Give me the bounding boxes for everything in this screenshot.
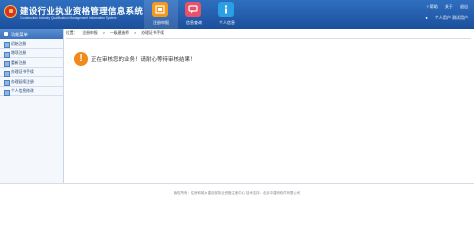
nav-query[interactable]: 信息查询 bbox=[177, 0, 211, 29]
breadcrumb-separator: > bbox=[102, 31, 105, 35]
user-name: 个人用户 测试用户 bbox=[434, 15, 468, 20]
info-icon bbox=[218, 2, 234, 17]
help-link[interactable]: ? 帮助 bbox=[426, 4, 437, 9]
site-subtitle: Construction Industry Qualification Mana… bbox=[20, 16, 117, 20]
sidebar-title: 功能菜单 bbox=[0, 29, 63, 39]
sidebar-item-certificate-procedures[interactable]: 办理证书手续 bbox=[0, 68, 63, 77]
nav-register[interactable]: 注册申报 bbox=[144, 0, 178, 29]
message-icon bbox=[185, 2, 201, 17]
register-icon bbox=[152, 2, 168, 17]
nav-register-label: 注册申报 bbox=[153, 20, 169, 25]
sidebar-item-re-registration[interactable]: 重新注册 bbox=[0, 58, 63, 68]
breadcrumb-item: 办理证书手续 bbox=[141, 31, 165, 35]
nav-personal-info[interactable]: 个人信息 bbox=[210, 0, 244, 29]
top-links: ? 帮助 关于 退出 bbox=[420, 4, 468, 10]
logout-link[interactable]: 退出 bbox=[460, 4, 468, 9]
breadcrumb: 位置： 注册申报 > 一级建造师 > 办理证书手续 bbox=[66, 31, 471, 39]
warning-icon: ! bbox=[74, 52, 88, 66]
sidebar-item-renewal-registration[interactable]: 办理延续注册 bbox=[0, 77, 63, 87]
user-info: ● 个人用户 测试用户 bbox=[419, 15, 468, 21]
sidebar-item-personal-info-edit[interactable]: 个人信息修改 bbox=[0, 87, 63, 96]
sidebar-item-initial-registration[interactable]: 初始注册 bbox=[0, 39, 63, 49]
footer: 版权所有：住房和城乡建设部执业资格注册中心 技术支持：北京中建研软件有限公司 bbox=[0, 183, 474, 205]
status-message-text: 正在审核您的业务！请耐心等待审核结果！ bbox=[91, 57, 196, 63]
nav-personal-info-label: 个人信息 bbox=[219, 20, 235, 25]
footer-text: 版权所有：住房和城乡建设部执业资格注册中心 技术支持：北京中建研软件有限公司 bbox=[173, 191, 301, 195]
national-emblem-logo bbox=[4, 5, 17, 18]
user-icon: ● bbox=[425, 15, 428, 20]
breadcrumb-item[interactable]: 注册申报 bbox=[82, 31, 97, 35]
about-link[interactable]: 关于 bbox=[445, 4, 453, 9]
breadcrumb-separator: > bbox=[134, 31, 137, 35]
sidebar: 功能菜单 初始注册 增项注册 重新注册 办理证书手续 办理延续注册 个人信息修改 bbox=[0, 29, 64, 183]
nav-query-label: 信息查询 bbox=[186, 20, 202, 25]
breadcrumb-item[interactable]: 一级建造师 bbox=[110, 31, 129, 35]
app-header: 建设行业执业资格管理信息系统 Construction Industry Qua… bbox=[0, 0, 474, 29]
sidebar-item-additional-registration[interactable]: 增项注册 bbox=[0, 49, 63, 58]
breadcrumb-prefix: 位置： bbox=[66, 31, 78, 35]
